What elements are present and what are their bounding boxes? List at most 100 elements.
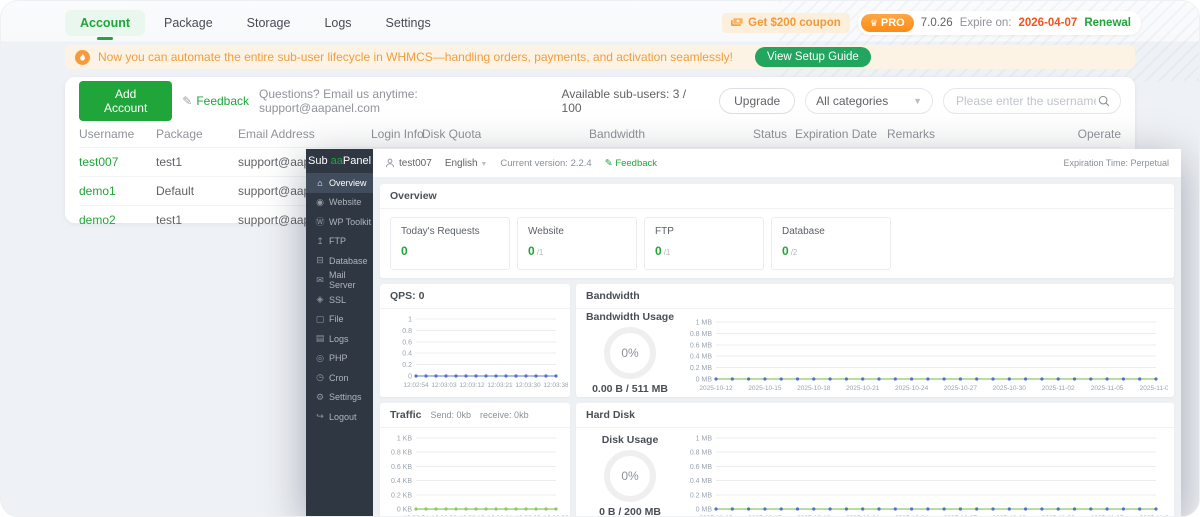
svg-text:0 MB: 0 MB [696, 507, 713, 514]
stat-total: /2 [791, 248, 798, 257]
harddisk-card-title: Hard Disk [576, 403, 1174, 428]
username-search[interactable] [943, 88, 1121, 114]
bandwidth-usage-text: 0.00 B / 511 MB [592, 383, 668, 395]
sidebar-item-overview[interactable]: ⌂Overview [306, 173, 373, 193]
bandwidth-percent: 0% [621, 346, 638, 360]
expire-label: Expire on: [960, 17, 1012, 29]
language-select[interactable]: English ▼ [445, 158, 488, 169]
support-email-text: Questions? Email us anytime: support@aap… [259, 87, 542, 115]
sidebar-item-label: Overview [329, 178, 367, 188]
sidebar-item-cron[interactable]: ◷Cron [306, 368, 373, 388]
svg-text:12:03:03: 12:03:03 [431, 382, 457, 389]
sidebar-item-mail-server[interactable]: ✉Mail Server [306, 271, 373, 291]
sidebar-item-ssl[interactable]: ◈SSL [306, 290, 373, 310]
stat-label: Database [782, 226, 880, 237]
svg-text:12:02:54: 12:02:54 [403, 382, 429, 389]
sidebar-item-php[interactable]: ◎PHP [306, 349, 373, 369]
feedback-link[interactable]: ✎Feedback [182, 94, 249, 108]
stat-card-ftp[interactable]: FTP0/1 [644, 217, 764, 270]
username-text: test007 [399, 158, 432, 169]
disk-donut: 0% [604, 450, 656, 502]
stat-value: 0 [528, 244, 535, 258]
sidebar-item-label: PHP [329, 353, 348, 363]
sidebar-item-file[interactable]: ▢File [306, 310, 373, 330]
category-select[interactable]: All categories ▼ [805, 88, 933, 114]
stat-card-website[interactable]: Website0/1 [517, 217, 637, 270]
svg-text:0 MB: 0 MB [696, 377, 713, 384]
sidebar-item-settings[interactable]: ⚙Settings [306, 388, 373, 408]
svg-text:0.8 KB: 0.8 KB [391, 450, 412, 457]
cell-username[interactable]: test007 [79, 148, 156, 176]
cell-username[interactable]: demo1 [79, 177, 156, 205]
sidebar-item-label: WP Toolkit [329, 217, 371, 227]
sub-feedback-link[interactable]: ✎ Feedback [605, 158, 657, 169]
sidebar-item-ftp[interactable]: ↥FTP [306, 232, 373, 252]
overview-stats: Today's Requests0Website0/1FTP0/1Databas… [380, 209, 1174, 278]
logout-icon: ↪ [315, 411, 325, 422]
svg-text:0.6 KB: 0.6 KB [391, 464, 412, 471]
svg-text:2025-11-02: 2025-11-02 [1042, 385, 1075, 392]
pro-label: PRO [881, 17, 905, 29]
sidebar-item-database[interactable]: ⊟Database [306, 251, 373, 271]
svg-text:0.6 MB: 0.6 MB [690, 342, 713, 349]
search-input[interactable] [954, 93, 1098, 109]
svg-text:0.8 MB: 0.8 MB [690, 331, 713, 338]
sidebar-item-label: FTP [329, 236, 346, 246]
search-icon[interactable] [1098, 95, 1110, 107]
sidebar-item-logs[interactable]: ▤Logs [306, 329, 373, 349]
add-account-button[interactable]: Add Account [79, 81, 172, 121]
user-icon [385, 158, 395, 168]
bandwidth-body: Bandwidth Usage 0% 0.00 B / 511 MB 1 MB 0… [576, 309, 1174, 397]
tab-package[interactable]: Package [149, 10, 228, 36]
cell-username[interactable]: demo2 [79, 206, 156, 234]
tab-settings[interactable]: Settings [371, 10, 446, 36]
stat-total: /1 [537, 248, 544, 257]
middle-charts-row: QPS: 0 10.80.60.40.2012:02:5412:03:0312:… [380, 284, 1174, 397]
current-user[interactable]: test007 [385, 158, 432, 169]
svg-text:2025-10-30: 2025-10-30 [993, 385, 1027, 392]
view-setup-guide-button[interactable]: View Setup Guide [755, 47, 871, 67]
svg-text:0.4: 0.4 [402, 351, 412, 358]
svg-text:2025-11-08: 2025-11-08 [1140, 515, 1168, 516]
column-header-username: Username [79, 121, 156, 147]
svg-text:12:03:12: 12:03:12 [459, 382, 485, 389]
bottom-charts-row: Traffic Send: 0kb receive: 0kb 1 KB0.8 K… [380, 403, 1174, 516]
bandwidth-chart: 1 MB0.8 MB0.6 MB0.4 MB0.2 MB0 MB2025-10-… [682, 314, 1168, 392]
svg-text:2025-10-30: 2025-10-30 [993, 515, 1027, 516]
edit-icon: ✎ [605, 158, 613, 169]
renewal-link[interactable]: Renewal [1084, 17, 1131, 29]
flame-icon [75, 50, 90, 65]
column-header-operate: Operate [1078, 121, 1121, 147]
folder-icon: ▢ [315, 314, 325, 325]
tab-logs[interactable]: Logs [309, 10, 366, 36]
qps-chart: 10.80.60.40.2012:02:5412:03:0312:03:1212… [382, 311, 568, 389]
sub-panel-sidebar: Sub aaPanel ⌂Overview◉WebsiteⓌWP Toolkit… [306, 149, 373, 516]
stat-card-today-s-requests[interactable]: Today's Requests0 [390, 217, 510, 270]
svg-text:0.2 MB: 0.2 MB [690, 492, 713, 499]
promo-banner: Now you can automate the entire sub-user… [65, 45, 1135, 69]
sidebar-item-logout[interactable]: ↪Logout [306, 407, 373, 427]
column-header-remarks: Remarks [887, 121, 957, 147]
tab-storage[interactable]: Storage [232, 10, 306, 36]
traffic-send-text: Send: 0kb [431, 410, 472, 420]
svg-text:2025-11-08: 2025-11-08 [1140, 385, 1168, 392]
sidebar-item-website[interactable]: ◉Website [306, 193, 373, 213]
cell-package: test1 [156, 206, 238, 234]
svg-text:0.6 MB: 0.6 MB [690, 464, 713, 471]
cell-package: Default [156, 177, 238, 205]
pro-badge[interactable]: ♛PRO [861, 14, 914, 32]
coupon-button[interactable]: Get $200 coupon [722, 13, 850, 33]
svg-text:2025-10-18: 2025-10-18 [797, 515, 831, 516]
svg-text:12:02:54: 12:02:54 [403, 515, 429, 516]
sidebar-item-wp-toolkit[interactable]: ⓌWP Toolkit [306, 212, 373, 232]
svg-text:1 MB: 1 MB [696, 320, 713, 327]
language-value: English [445, 158, 478, 169]
traffic-card-header: Traffic Send: 0kb receive: 0kb [380, 403, 570, 428]
tab-account[interactable]: Account [65, 10, 145, 36]
stat-card-database[interactable]: Database0/2 [771, 217, 891, 270]
sidebar-item-label: Settings [329, 392, 362, 402]
upgrade-button[interactable]: Upgrade [719, 88, 795, 114]
crown-icon: ♛ [870, 18, 878, 29]
qps-card: QPS: 0 10.80.60.40.2012:02:5412:03:0312:… [380, 284, 570, 397]
bandwidth-gauge-label: Bandwidth Usage [586, 311, 674, 323]
